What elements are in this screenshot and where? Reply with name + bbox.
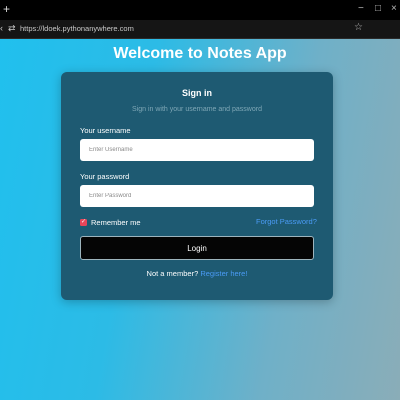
username-label: Your username — [80, 126, 131, 135]
signin-card: Sign in Sign in with your username and p… — [61, 72, 333, 300]
remember-checkbox[interactable]: ✓ — [80, 219, 87, 226]
password-input[interactable] — [80, 185, 314, 207]
password-label: Your password — [80, 172, 130, 181]
page-title: Welcome to Notes App — [113, 45, 287, 62]
remember-label: Remember me — [91, 217, 141, 227]
login-button[interactable]: Login — [80, 236, 314, 260]
forgot-password-link[interactable]: Forgot Password? — [256, 217, 317, 227]
browser-tab-bar: + − □ × — [0, 0, 400, 20]
plus-icon[interactable]: + — [3, 2, 10, 16]
register-prompt: Not a member? Register here! — [61, 269, 333, 279]
site-settings-icon[interactable]: ⇄ — [8, 23, 16, 34]
remember-me[interactable]: ✓ Remember me — [80, 217, 141, 228]
maximize-icon[interactable]: □ — [375, 3, 381, 15]
register-link[interactable]: Register here! — [200, 269, 247, 278]
member-text: Not a member? — [146, 269, 199, 278]
username-input[interactable] — [80, 139, 314, 161]
star-icon[interactable]: ☆ — [354, 22, 363, 34]
card-subtitle: Sign in with your username and password — [132, 106, 262, 113]
minimize-icon[interactable]: − — [358, 3, 364, 15]
card-title: Sign in — [182, 88, 212, 98]
close-icon[interactable]: × — [391, 3, 397, 15]
browser-address-bar: ‹ ⇄ https://ldoek.pythonanywhere.com ☆ — [0, 20, 400, 39]
url-text[interactable]: https://ldoek.pythonanywhere.com — [20, 24, 134, 34]
back-icon[interactable]: ‹ — [0, 23, 3, 33]
